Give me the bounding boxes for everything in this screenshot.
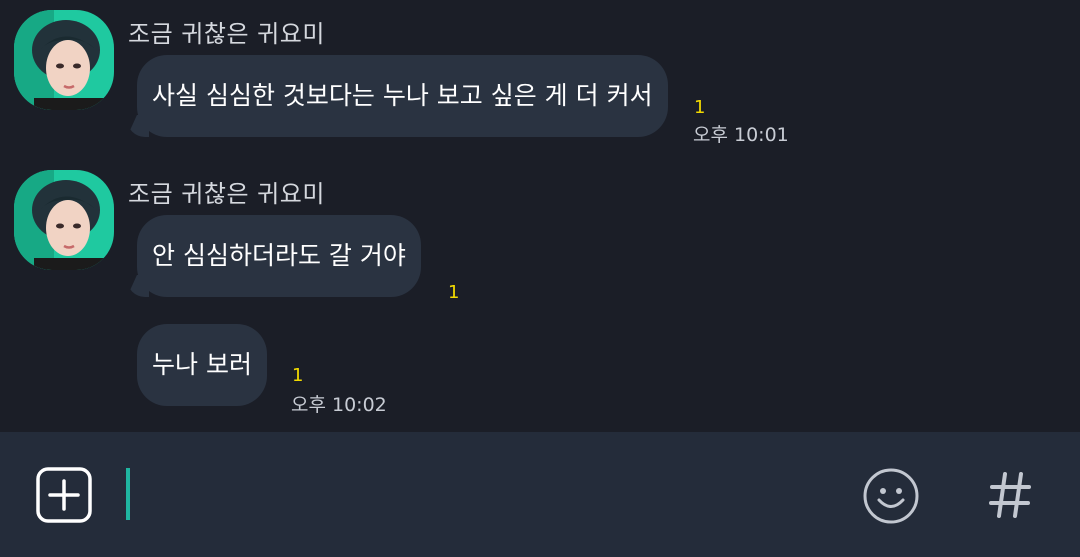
message-bubble[interactable]: 누나 보러: [137, 324, 267, 406]
message-time: 오후 10:01: [693, 124, 789, 146]
chat-area[interactable]: 조금 귀찮은 귀요미 사실 심심한 것보다는 누나 보고 싶은 게 더 커서 1…: [0, 0, 1080, 432]
unread-count: 1: [694, 97, 706, 118]
message-input-bar: [0, 432, 1080, 557]
message-time: 오후 10:02: [291, 394, 387, 416]
message-bubble[interactable]: 사실 심심한 것보다는 누나 보고 싶은 게 더 커서: [137, 55, 668, 137]
sender-avatar[interactable]: [14, 170, 114, 270]
sender-name: 조금 귀찮은 귀요미: [128, 20, 325, 48]
smiley-icon[interactable]: [862, 467, 920, 525]
avatar-image: [14, 10, 114, 110]
plus-square-icon[interactable]: [36, 467, 92, 523]
sender-name: 조금 귀찮은 귀요미: [128, 180, 325, 208]
message-text: 누나 보러: [152, 350, 252, 379]
message-text: 사실 심심한 것보다는 누나 보고 싶은 게 더 커서: [152, 81, 653, 110]
message-bubble[interactable]: 안 심심하더라도 갈 거야: [137, 215, 421, 297]
avatar-image: [14, 170, 114, 270]
unread-count: 1: [448, 282, 460, 303]
unread-count: 1: [292, 365, 304, 386]
hashtag-icon[interactable]: [988, 470, 1032, 520]
sender-avatar[interactable]: [14, 10, 114, 110]
text-input-cursor[interactable]: [126, 468, 130, 520]
message-text: 안 심심하더라도 갈 거야: [152, 241, 406, 270]
